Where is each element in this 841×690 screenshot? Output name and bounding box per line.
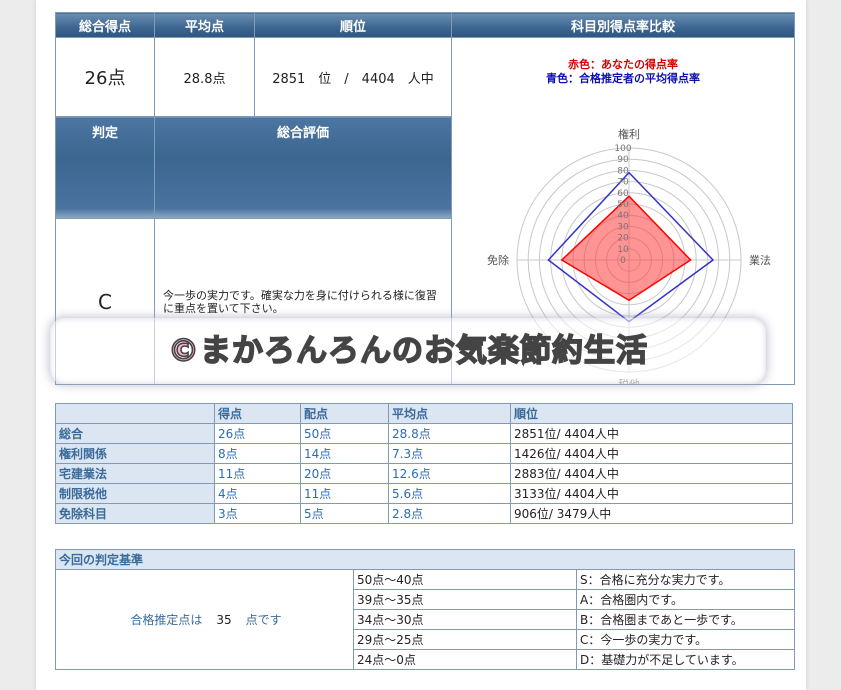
average-header: 平均点 [154, 12, 255, 38]
cell-rank: 2851位/ 4404人中 [510, 423, 793, 444]
total-score-header: 総合得点 [55, 12, 155, 38]
tick-label: 40 [617, 211, 629, 221]
tick-label: 50 [617, 200, 629, 210]
total-score-value: 26点 [55, 37, 155, 117]
pass-score: 35 [216, 613, 232, 627]
criteria-range: 34点〜30点 [353, 609, 577, 630]
cell-score: 3点 [214, 503, 301, 524]
cell-avg: 28.8点 [388, 423, 511, 444]
cell-max: 5点 [300, 503, 389, 524]
criteria-range: 29点〜25点 [353, 629, 577, 650]
radar-series [547, 171, 715, 323]
pass-score-cell: 合格推定点は 35 点です [55, 569, 354, 670]
row-label: 宅建業法 [55, 463, 215, 484]
criteria-title: 今回の判定基準 [55, 549, 795, 570]
row-label: 制限税他 [55, 483, 215, 504]
axis-label: 権利 [618, 127, 640, 141]
criteria-range: 39点〜35点 [353, 589, 577, 610]
cell-rank: 3133位/ 4404人中 [510, 483, 793, 504]
cell-avg: 2.8点 [388, 503, 511, 524]
watermark: ©まかろんろんのお気楽節約生活 [50, 318, 766, 384]
pass-text-before: 合格推定点は [130, 613, 203, 627]
tick-label: 0 [620, 256, 626, 266]
table-row: 総合 26点 50点 28.8点 2851位/ 4404人中 [55, 423, 793, 444]
table-row: 制限税他 4点 11点 5.6点 3133位/ 4404人中 [55, 483, 793, 504]
tick-label: 70 [617, 178, 629, 188]
cell-max: 14点 [300, 443, 389, 464]
table-row: 免除科目 3点 5点 2.8点 906位/ 3479人中 [55, 503, 793, 524]
cell-avg: 5.6点 [388, 483, 511, 504]
average-score-value: 28.8点 [154, 37, 255, 117]
score-col-header: 配点 [300, 403, 389, 424]
cell-avg: 12.6点 [388, 463, 511, 484]
table-row: 宅建業法 11点 20点 12.6点 2883位/ 4404人中 [55, 463, 793, 484]
criteria-desc: D：基礎力が不足しています。 [576, 649, 795, 670]
criteria-table: 今回の判定基準 合格推定点は 35 点です 50点〜40点 S：合格に充分な実力です… [55, 549, 795, 670]
criteria-range: 50点〜40点 [353, 569, 577, 590]
row-label: 総合 [55, 423, 215, 444]
criteria-range: 24点〜0点 [353, 649, 577, 670]
criteria-desc: A：合格圏内です。 [576, 589, 795, 610]
cell-score: 26点 [214, 423, 301, 444]
tick-label: 90 [617, 155, 629, 165]
tick-label: 100 [614, 144, 631, 154]
criteria-desc: B：合格圏まであと一歩です。 [576, 609, 795, 630]
cell-max: 50点 [300, 423, 389, 444]
tick-label: 20 [617, 234, 629, 244]
tick-label: 60 [617, 189, 629, 199]
score-col-header [55, 403, 215, 424]
row-label: 権利関係 [55, 443, 215, 464]
rank-value: 2851 位 / 4404 人中 [254, 37, 452, 117]
table-row: 権利関係 8点 14点 7.3点 1426位/ 4404人中 [55, 443, 793, 464]
tick-label: 80 [617, 166, 629, 176]
score-col-header: 順位 [510, 403, 793, 424]
cell-rank: 2883位/ 4404人中 [510, 463, 793, 484]
cell-score: 4点 [214, 483, 301, 504]
evaluation-header: 総合評価 [154, 116, 452, 219]
compare-header: 科目別得点率比較 [451, 12, 795, 38]
criteria-desc: C：今一歩の実力です。 [576, 629, 795, 650]
tick-label: 10 [617, 245, 629, 255]
criteria-desc: S：合格に充分な実力です。 [576, 569, 795, 590]
cell-score: 11点 [214, 463, 301, 484]
watermark-text: ©まかろんろんのお気楽節約生活 [167, 332, 648, 370]
cell-max: 11点 [300, 483, 389, 504]
score-table: 得点 配点 平均点 順位 総合 26点 50点 28.8点 2851位/ 440… [55, 403, 793, 524]
axis-label: 免除 [487, 253, 509, 267]
axis-label: 業法 [749, 253, 771, 267]
cell-rank: 1426位/ 4404人中 [510, 443, 793, 464]
judgement-header: 判定 [55, 116, 155, 219]
legend-blue: 青色：合格推定者の平均得点率 [546, 72, 700, 85]
row-label: 免除科目 [55, 503, 215, 524]
cell-rank: 906位/ 3479人中 [510, 503, 793, 524]
score-col-header: 得点 [214, 403, 301, 424]
pass-text-after: 点です [245, 613, 282, 627]
cell-avg: 7.3点 [388, 443, 511, 464]
cell-score: 8点 [214, 443, 301, 464]
rank-header: 順位 [254, 12, 452, 38]
tick-label: 30 [617, 222, 629, 232]
score-col-header: 平均点 [388, 403, 511, 424]
cell-max: 20点 [300, 463, 389, 484]
